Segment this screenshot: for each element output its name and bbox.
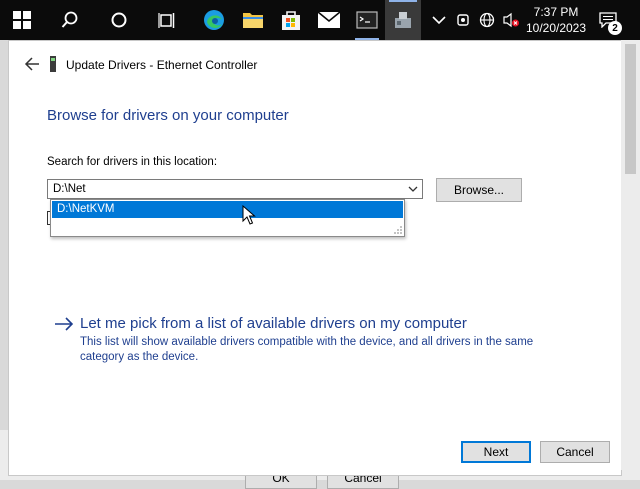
device-manager-taskbar-button[interactable] xyxy=(385,0,421,40)
mail-taskbar-button[interactable] xyxy=(311,0,347,40)
globe-network-icon xyxy=(479,12,495,28)
folder-icon xyxy=(243,13,263,28)
store-taskbar-button[interactable] xyxy=(273,0,309,40)
autocomplete-suggestion[interactable]: D:\NetKVM xyxy=(52,201,403,218)
task-view-icon xyxy=(158,13,175,28)
background-scrollbar[interactable] xyxy=(621,40,640,470)
network-tray-button[interactable] xyxy=(475,0,499,40)
taskbar: 7:37 PM 10/20/2023 2 xyxy=(0,0,640,40)
resize-grip-icon[interactable] xyxy=(393,225,403,235)
edge-browser-icon xyxy=(204,10,224,30)
camera-device-icon xyxy=(457,14,469,26)
clock-time: 7:37 PM xyxy=(533,5,579,19)
arrow-right-icon xyxy=(55,317,74,331)
mouse-pointer-icon xyxy=(242,205,256,225)
device-manager-icon xyxy=(395,12,411,28)
clock-date: 10/20/2023 xyxy=(525,21,587,35)
terminal-icon xyxy=(356,11,378,29)
cortana-button[interactable] xyxy=(101,0,137,40)
back-arrow-icon[interactable] xyxy=(23,55,41,73)
search-icon xyxy=(61,11,78,28)
task-view-button[interactable] xyxy=(149,0,185,40)
chevron-up-icon xyxy=(432,16,446,25)
search-location-label: Search for drivers in this location: xyxy=(47,156,218,168)
taskbar-clock[interactable]: 7:37 PM 10/20/2023 xyxy=(524,4,588,36)
driver-path-value[interactable]: D:\Net xyxy=(53,183,86,195)
pick-from-list-link[interactable]: Let me pick from a list of available dri… xyxy=(53,313,553,369)
windows-logo-icon xyxy=(13,11,31,29)
dialog-title: Update Drivers - Ethernet Controller xyxy=(66,58,258,72)
pick-from-list-title[interactable]: Let me pick from a list of available dri… xyxy=(80,315,467,332)
show-hidden-icons-button[interactable] xyxy=(427,0,451,40)
path-autocomplete-dropdown: D:\NetKVM xyxy=(50,199,405,237)
terminal-taskbar-button[interactable] xyxy=(349,0,385,40)
speaker-muted-icon xyxy=(503,12,519,28)
scrollbar-thumb[interactable] xyxy=(625,44,636,174)
driver-path-combobox[interactable]: D:\Net xyxy=(47,179,423,199)
volume-tray-button[interactable] xyxy=(499,0,523,40)
browse-button[interactable]: Browse... xyxy=(436,178,522,202)
pick-from-list-description: This list will show available drivers co… xyxy=(80,336,534,363)
store-bag-icon xyxy=(282,11,300,30)
update-drivers-dialog: Update Drivers - Ethernet Controller Bro… xyxy=(8,40,622,476)
cancel-button[interactable]: Cancel xyxy=(540,441,610,463)
page-heading: Browse for drivers on your computer xyxy=(47,107,289,124)
next-button[interactable]: Next xyxy=(461,441,531,463)
notification-count-badge: 2 xyxy=(608,21,622,35)
network-adapter-icon xyxy=(50,56,56,72)
camera-tray-button[interactable] xyxy=(451,0,475,40)
chevron-down-icon[interactable] xyxy=(407,183,419,195)
search-button[interactable] xyxy=(52,0,88,40)
edge-taskbar-button[interactable] xyxy=(196,0,232,40)
mail-envelope-icon xyxy=(317,11,341,28)
start-button[interactable] xyxy=(4,0,40,40)
cortana-icon xyxy=(111,12,127,28)
file-explorer-taskbar-button[interactable] xyxy=(235,0,271,40)
